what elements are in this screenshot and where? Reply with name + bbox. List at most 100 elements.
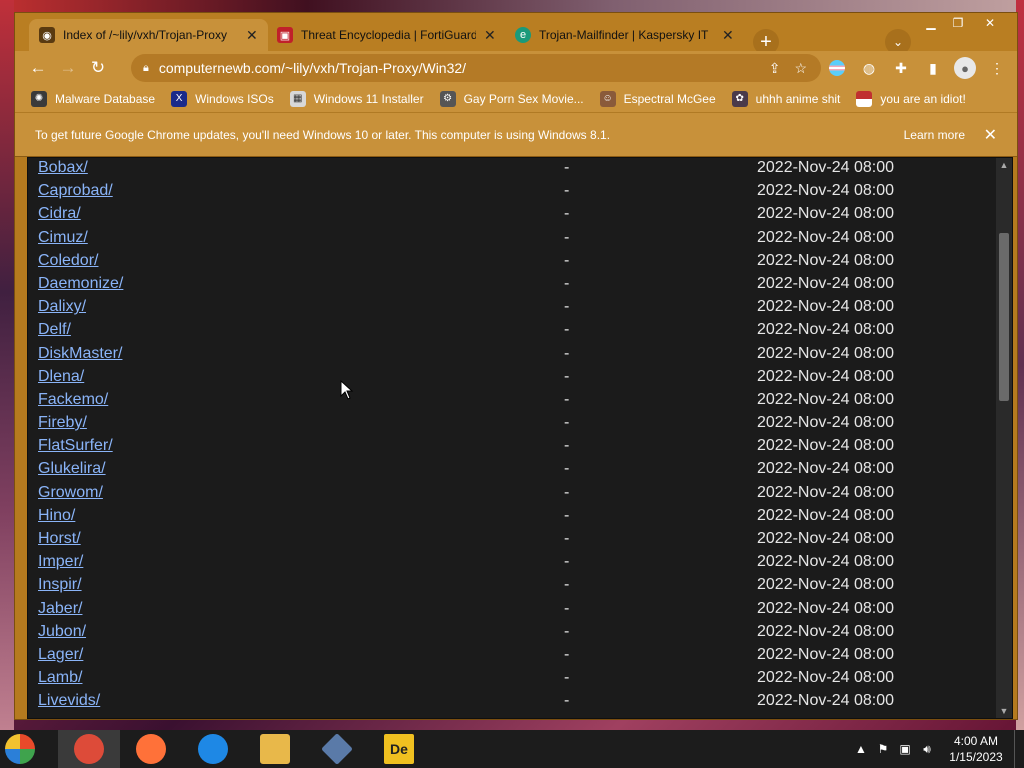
maximize-button[interactable]: ❐ — [947, 15, 969, 31]
file-size: - — [564, 390, 570, 408]
tab-strip: ◉ Index of /~lily/vxh/Trojan-Proxy ✕ ▣ T… — [15, 13, 1017, 55]
clock-date: 1/15/2023 — [949, 750, 1003, 764]
close-tab-icon[interactable]: ✕ — [246, 27, 258, 44]
taskbar-decompiler[interactable]: De — [368, 730, 430, 768]
folder-link[interactable]: Growom/ — [38, 484, 103, 502]
mouse-cursor-icon — [340, 380, 354, 400]
reload-button[interactable]: ↻ — [83, 53, 113, 83]
folder-link[interactable]: Horst/ — [38, 530, 81, 548]
bookmark-star-icon[interactable]: ☆ — [794, 60, 807, 77]
folder-link[interactable]: Coledor/ — [38, 252, 98, 270]
file-size: - — [564, 182, 570, 200]
bookmark-malware-database[interactable]: ✺ Malware Database — [31, 90, 155, 107]
scroll-down-icon[interactable]: ▼ — [996, 704, 1012, 718]
folder-link[interactable]: Glukelira/ — [38, 460, 106, 478]
start-button[interactable] — [0, 730, 40, 768]
taskbar-chrome[interactable] — [58, 730, 120, 768]
menu-kebab-icon[interactable]: ⋮ — [981, 54, 1013, 82]
folder-link[interactable]: Cidra/ — [38, 205, 81, 223]
bookmark-windows-isos[interactable]: X Windows ISOs — [171, 90, 274, 107]
taskbar-file-explorer[interactable] — [244, 730, 306, 768]
volume-icon[interactable]: 🔊︎ — [916, 742, 938, 757]
folder-link[interactable]: Delf/ — [38, 321, 71, 339]
toolbar: ← → ↻ 🔒︎ computernewb.com/~lily/vxh/Troj… — [15, 51, 1017, 85]
file-size: - — [564, 692, 570, 710]
folder-link[interactable]: Dlena/ — [38, 368, 84, 386]
bookmark-gear-site[interactable]: ⚙ Gay Porn Sex Movie... — [439, 90, 584, 107]
last-modified: 2022-Nov-24 08:00 — [757, 367, 894, 385]
taskbar-opera[interactable] — [182, 730, 244, 768]
folder-link[interactable]: DiskMaster/ — [38, 345, 122, 363]
folder-link[interactable]: Jaber/ — [38, 600, 82, 618]
folder-link[interactable]: Dalixy/ — [38, 298, 86, 316]
opera-icon — [198, 734, 228, 764]
show-desktop-button[interactable] — [1014, 730, 1024, 768]
folder-link[interactable]: Inspir/ — [38, 576, 82, 594]
close-tab-icon[interactable]: ✕ — [484, 27, 496, 44]
folder-link[interactable]: Lager/ — [38, 646, 83, 664]
folder-link[interactable]: Cimuz/ — [38, 229, 88, 247]
last-modified: 2022-Nov-24 08:00 — [757, 274, 894, 292]
close-infobar-icon[interactable]: ✕ — [984, 125, 997, 145]
folder-link[interactable]: Fackemo/ — [38, 391, 108, 409]
file-size: - — [564, 483, 570, 501]
x-icon: X — [171, 90, 188, 107]
bookmark-anime[interactable]: ✿ uhhh anime shit — [731, 90, 841, 107]
folder-link[interactable]: Caprobad/ — [38, 182, 113, 200]
folder-link[interactable]: Imper/ — [38, 553, 83, 571]
bookmark-you-are-an-idiot[interactable]: you are an idiot! — [856, 90, 966, 107]
file-size: - — [564, 414, 570, 432]
close-tab-icon[interactable]: ✕ — [722, 27, 734, 44]
scroll-up-icon[interactable]: ▲ — [996, 158, 1012, 172]
vertical-scrollbar[interactable]: ▲ ▼ — [996, 158, 1012, 718]
forward-button[interactable]: → — [53, 53, 83, 83]
bookmark-label: uhhh anime shit — [755, 91, 841, 106]
profile-icon[interactable]: ● — [949, 54, 981, 82]
file-size: - — [564, 506, 570, 524]
fortiguard-shield-icon: ▣ — [277, 27, 293, 43]
action-center-flag-icon[interactable]: ⚑ — [872, 742, 894, 756]
bookmark-windows-11-installer[interactable]: ▦ Windows 11 Installer — [289, 90, 424, 107]
extensions-puzzle-icon[interactable]: ✚ — [885, 54, 917, 82]
globe-icon: ◉ — [39, 27, 55, 43]
minimize-button[interactable]: ▁ — [920, 15, 942, 31]
last-modified: 2022-Nov-24 08:00 — [757, 669, 894, 687]
bookmark-espectral-mcgee[interactable]: ☺ Espectral McGee — [599, 90, 716, 107]
side-panel-icon[interactable]: ▮ — [917, 54, 949, 82]
extension-avatar-icon[interactable]: ◍ — [853, 54, 885, 82]
back-button[interactable]: ← — [23, 53, 53, 83]
folder-link[interactable]: Fireby/ — [38, 414, 87, 432]
file-size: - — [564, 576, 570, 594]
folder-link[interactable]: Jubon/ — [38, 623, 86, 641]
chrome-icon — [74, 734, 104, 764]
share-icon[interactable]: ⇪ — [769, 60, 781, 77]
network-icon[interactable]: ▣ — [894, 742, 916, 756]
file-size: - — [564, 669, 570, 687]
close-window-button[interactable]: ✕ — [979, 15, 1001, 31]
trans-flag-extension-icon[interactable] — [821, 54, 853, 82]
folder-link[interactable]: Daemonize/ — [38, 275, 123, 293]
folder-link[interactable]: Hino/ — [38, 507, 75, 525]
tray-chevron-icon[interactable]: ▲ — [850, 742, 872, 756]
folder-icon — [260, 734, 290, 764]
file-size: - — [564, 645, 570, 663]
table-row: Hino/ - 2022-Nov-24 08:00 — [38, 504, 988, 527]
clock[interactable]: 4:00 AM 1/15/2023 — [938, 733, 1014, 765]
folder-link[interactable]: FlatSurfer/ — [38, 437, 113, 455]
scrollbar-thumb[interactable] — [999, 233, 1009, 401]
tab-kaspersky[interactable]: e Trojan-Mailfinder | Kaspersky IT ✕ — [505, 19, 744, 51]
lock-icon[interactable]: 🔒︎ — [143, 62, 149, 75]
taskbar-firefox[interactable] — [120, 730, 182, 768]
table-row: Dlena/ - 2022-Nov-24 08:00 — [38, 365, 988, 388]
bookmark-label: Espectral McGee — [623, 91, 716, 106]
table-row: FlatSurfer/ - 2022-Nov-24 08:00 — [38, 434, 988, 457]
tab-fortiguard[interactable]: ▣ Threat Encyclopedia | FortiGuard ✕ — [267, 19, 506, 51]
folder-link[interactable]: Lamb/ — [38, 669, 82, 687]
folder-link[interactable]: Bobax/ — [38, 159, 88, 177]
folder-link[interactable]: Livevids/ — [38, 692, 100, 710]
address-bar[interactable]: 🔒︎ computernewb.com/~lily/vxh/Trojan-Pro… — [131, 54, 821, 82]
taskbar-app[interactable] — [306, 730, 368, 768]
last-modified: 2022-Nov-24 08:00 — [757, 530, 894, 547]
tab-index-of[interactable]: ◉ Index of /~lily/vxh/Trojan-Proxy ✕ — [29, 19, 268, 51]
learn-more-link[interactable]: Learn more — [904, 128, 965, 142]
